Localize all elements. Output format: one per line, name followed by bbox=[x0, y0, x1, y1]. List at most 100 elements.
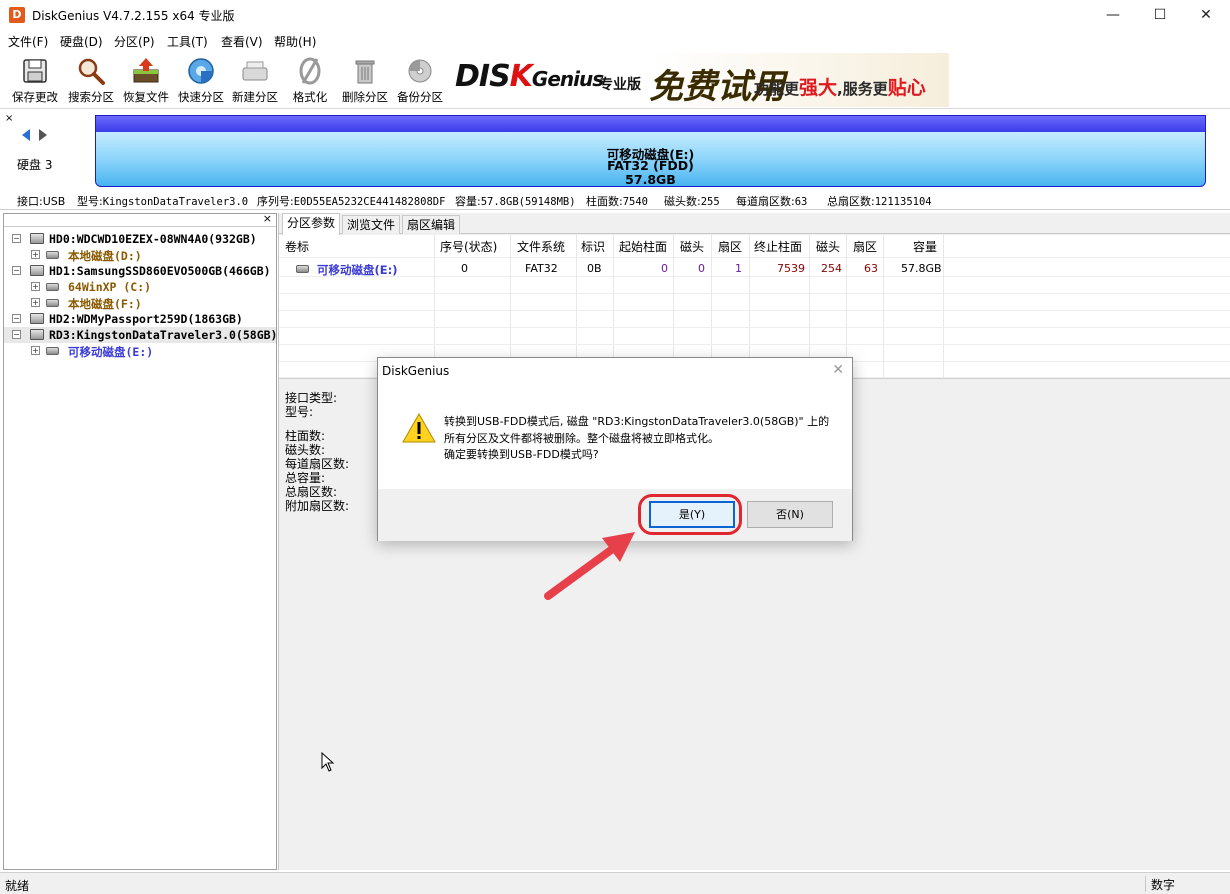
search-partition-button[interactable]: 搜索分区 bbox=[63, 54, 119, 106]
column-header[interactable]: 磁头 bbox=[680, 238, 704, 255]
promo-banner[interactable]: DISKGenius 专业版 免费试用 功能更强大,服务更贴心 bbox=[449, 53, 949, 107]
partition-bar[interactable]: 可移动磁盘(E:) FAT32 (FDD) 57.8GB bbox=[95, 115, 1206, 187]
disk-interface: 接口:USB bbox=[17, 195, 66, 208]
tree-disk-item[interactable]: − HD2:WDMyPassport259D(1863GB) bbox=[4, 311, 276, 327]
column-header[interactable]: 卷标 bbox=[285, 238, 309, 255]
partition-bar-fs: FAT32 (FDD) bbox=[607, 158, 694, 173]
delete-icon bbox=[355, 60, 375, 84]
disk-heads: 磁头数:255 bbox=[664, 195, 720, 208]
expand-icon[interactable]: + bbox=[31, 346, 40, 355]
delete-partition-button[interactable]: 删除分区 bbox=[337, 54, 393, 106]
column-header[interactable]: 标识 bbox=[581, 238, 605, 255]
dialog-close-button[interactable]: ✕ bbox=[832, 362, 844, 378]
row-id: 0B bbox=[587, 262, 602, 275]
tree-disk-item[interactable]: − HD1:SamsungSSD860EVO500GB(466GB) bbox=[4, 263, 276, 279]
close-icon[interactable]: × bbox=[5, 113, 13, 124]
disk-total-sectors: 总扇区数:121135104 bbox=[827, 195, 932, 208]
column-header[interactable]: 终止柱面 bbox=[754, 238, 802, 255]
highlight-circle bbox=[638, 494, 742, 535]
row-start-sector: 1 bbox=[735, 262, 742, 275]
backup-partition-button[interactable]: 备份分区 bbox=[392, 54, 448, 106]
disk-info-line: 接口:USB 型号:KingstonDataTraveler3.0 序列号:E0… bbox=[0, 190, 1230, 210]
tree-partition-item[interactable]: + 可移动磁盘(E:) bbox=[4, 343, 276, 359]
toolbar-label: 搜索分区 bbox=[68, 90, 114, 104]
partition-icon bbox=[46, 347, 59, 355]
toolbar-label: 格式化 bbox=[292, 90, 328, 104]
detail-panel: 分区参数 浏览文件 扇区编辑 卷标 序号(状态) 文件系统 标识 起始柱面 磁头… bbox=[278, 213, 1230, 870]
row-end-cyl: 7539 bbox=[777, 262, 805, 275]
column-header[interactable]: 容量 bbox=[913, 238, 937, 255]
tab-partition-params[interactable]: 分区参数 bbox=[282, 213, 341, 235]
row-start-cyl: 0 bbox=[661, 262, 668, 275]
collapse-icon[interactable]: − bbox=[12, 266, 21, 275]
menu-disk[interactable]: 硬盘(D) bbox=[60, 33, 103, 50]
tab-sector-edit[interactable]: 扇区编辑 bbox=[402, 215, 461, 234]
row-fs: FAT32 bbox=[525, 262, 558, 275]
column-header[interactable]: 起始柱面 bbox=[619, 238, 667, 255]
hard-disk-icon bbox=[30, 313, 44, 324]
recover-files-button[interactable]: 恢复文件 bbox=[118, 54, 174, 106]
diskgenius-logo: DISKGenius bbox=[455, 59, 604, 94]
toolbar: 保存更改 搜索分区 恢复文件 快速分区 新建分区 格式化 删除分区 备份分区 D… bbox=[0, 51, 1230, 109]
next-disk-icon[interactable] bbox=[39, 129, 47, 141]
recover-icon bbox=[133, 58, 159, 83]
banner-edition: 专业版 bbox=[599, 77, 641, 93]
menu-file[interactable]: 文件(F) bbox=[8, 33, 48, 50]
expand-icon[interactable]: + bbox=[31, 250, 40, 259]
tree-partition-item[interactable]: + 本地磁盘(F:) bbox=[4, 295, 276, 311]
quick-partition-button[interactable]: 快速分区 bbox=[173, 54, 229, 106]
format-button[interactable]: 格式化 bbox=[282, 54, 338, 106]
minimize-button[interactable]: — bbox=[1090, 0, 1136, 31]
tree-disk-item[interactable]: − RD3:KingstonDataTraveler3.0(58GB) bbox=[4, 327, 278, 343]
close-icon[interactable]: × bbox=[263, 212, 272, 225]
banner-slogan: 功能更强大,服务更贴心 bbox=[754, 77, 926, 99]
search-icon bbox=[78, 58, 105, 85]
mouse-pointer-icon bbox=[321, 752, 335, 772]
column-header[interactable]: 扇区 bbox=[853, 238, 877, 255]
status-bar: 就绪 数字 bbox=[0, 872, 1230, 894]
disk-cylinders: 柱面数:7540 bbox=[586, 195, 649, 208]
dialog-message-line: 转换到USB-FDD模式后, 磁盘 "RD3:KingstonDataTrave… bbox=[444, 415, 830, 428]
previous-disk-icon[interactable] bbox=[22, 129, 30, 141]
numlock-indicator: 数字 bbox=[1145, 876, 1175, 892]
menu-view[interactable]: 查看(V) bbox=[221, 33, 263, 50]
no-button[interactable]: 否(N) bbox=[747, 501, 833, 528]
close-button[interactable]: ✕ bbox=[1183, 0, 1229, 31]
column-header[interactable]: 扇区 bbox=[718, 238, 742, 255]
column-header[interactable]: 磁头 bbox=[816, 238, 840, 255]
row-start-head: 0 bbox=[698, 262, 705, 275]
save-icon bbox=[23, 59, 47, 83]
tree-item-label: 64WinXP (C:) bbox=[68, 280, 152, 294]
tree-item-label: HD2:WDMyPassport259D(1863GB) bbox=[49, 312, 243, 326]
tree-panel-header: × bbox=[4, 212, 276, 227]
new-partition-button[interactable]: 新建分区 bbox=[227, 54, 283, 106]
warning-icon bbox=[402, 413, 436, 443]
toolbar-label: 快速分区 bbox=[178, 90, 224, 104]
tree-partition-item[interactable]: +64WinXP (C:) bbox=[4, 279, 276, 295]
expand-icon[interactable]: + bbox=[31, 282, 40, 291]
save-changes-button[interactable]: 保存更改 bbox=[7, 54, 63, 106]
tab-bar: 分区参数 浏览文件 扇区编辑 bbox=[279, 213, 1230, 235]
format-icon bbox=[299, 57, 321, 85]
column-header[interactable]: 文件系统 bbox=[517, 238, 565, 255]
backup-icon bbox=[408, 59, 432, 83]
confirm-dialog: DiskGenius ✕ 转换到USB-FDD模式后, 磁盘 "RD3:King… bbox=[377, 357, 853, 541]
maximize-button[interactable]: ☐ bbox=[1137, 0, 1183, 31]
tree-disk-item[interactable]: − HD0:WDCWD10EZEX-08WN4A0(932GB) bbox=[4, 231, 276, 247]
column-header[interactable]: 序号(状态) bbox=[440, 238, 497, 255]
collapse-icon[interactable]: − bbox=[12, 234, 21, 243]
toolbar-label: 恢复文件 bbox=[123, 90, 169, 104]
tab-browse-files[interactable]: 浏览文件 bbox=[342, 215, 401, 234]
tree-partition-item[interactable]: + 本地磁盘(D:) bbox=[4, 247, 276, 263]
collapse-icon[interactable]: − bbox=[12, 314, 21, 323]
tree-item-label: RD3:KingstonDataTraveler3.0(58GB) bbox=[49, 328, 278, 342]
status-text: 就绪 bbox=[5, 879, 30, 893]
disk-capacity: 容量:57.8GB(59148MB) bbox=[455, 195, 576, 208]
menu-help[interactable]: 帮助(H) bbox=[274, 33, 316, 50]
menu-partition[interactable]: 分区(P) bbox=[114, 33, 155, 50]
disk-model: 型号:KingstonDataTraveler3.0 bbox=[77, 195, 249, 208]
menu-tools[interactable]: 工具(T) bbox=[167, 33, 208, 50]
collapse-icon[interactable]: − bbox=[12, 330, 21, 339]
expand-icon[interactable]: + bbox=[31, 298, 40, 307]
partition-icon bbox=[46, 251, 59, 259]
